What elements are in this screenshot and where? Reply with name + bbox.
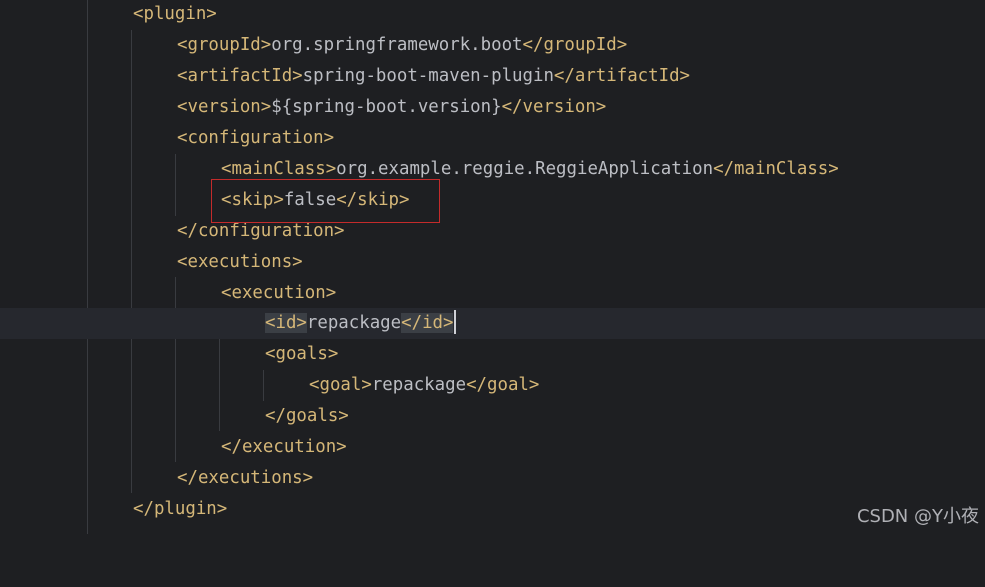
xml-tag-close: </artifactId> — [553, 66, 691, 86]
xml-tag-open: <groupId> — [177, 35, 272, 55]
code-line[interactable]: <artifactId>spring-boot-maven-plugin</ar… — [0, 61, 985, 92]
xml-tag-close-matched: </id> — [401, 313, 454, 333]
code-line[interactable]: <goal>repackage</goal> — [0, 370, 985, 401]
xml-value: org.springframework.boot — [271, 35, 523, 55]
watermark: CSDN @Y小夜 — [856, 506, 979, 527]
xml-tag-close: </groupId> — [522, 35, 628, 55]
code-line[interactable]: <version>${spring-boot.version}</version… — [0, 92, 985, 123]
code-line[interactable]: </goals> — [0, 401, 985, 432]
xml-tag-open: </execution> — [221, 437, 347, 457]
code-line[interactable]: </executions> — [0, 463, 985, 494]
xml-tag-open: <execution> — [221, 283, 337, 303]
text-caret — [454, 310, 457, 334]
xml-tag-close: </goal> — [466, 375, 540, 395]
xml-tag-open: <mainClass> — [221, 159, 337, 179]
xml-tag-open: <plugin> — [133, 4, 217, 24]
xml-tag-open: <version> — [177, 97, 272, 117]
annotation-highlight-box — [211, 179, 440, 223]
code-line[interactable]: <plugin> — [0, 0, 985, 30]
xml-tag-open: <configuration> — [177, 128, 335, 148]
xml-value: ${spring-boot.version} — [271, 97, 502, 117]
xml-tag-open: </plugin> — [133, 499, 228, 519]
xml-tag-open-matched: <id> — [265, 313, 307, 333]
xml-tag-open: </configuration> — [177, 221, 345, 241]
code-line[interactable]: </plugin> — [0, 494, 985, 525]
code-line[interactable]: </configuration> — [0, 216, 985, 247]
code-editor[interactable]: <plugin> <groupId>org.springframework.bo… — [0, 0, 985, 534]
code-line-current[interactable]: <id>repackage</id> — [0, 308, 985, 339]
code-line[interactable]: <mainClass>org.example.reggie.ReggieAppl… — [0, 154, 985, 185]
xml-tag-open: <goal> — [309, 375, 372, 395]
code-line[interactable]: </execution> — [0, 432, 985, 463]
xml-value: org.example.reggie.ReggieApplication — [336, 159, 714, 179]
code-line[interactable]: <executions> — [0, 247, 985, 278]
xml-tag-close: </mainClass> — [713, 159, 839, 179]
xml-tag-open: <artifactId> — [177, 66, 303, 86]
xml-value: repackage — [371, 375, 467, 395]
code-line[interactable]: <execution> — [0, 278, 985, 309]
xml-value: repackage — [306, 313, 402, 333]
xml-tag-close: </version> — [501, 97, 607, 117]
xml-tag-open: </executions> — [177, 468, 314, 488]
code-line[interactable]: <configuration> — [0, 123, 985, 154]
code-line[interactable]: <groupId>org.springframework.boot</group… — [0, 30, 985, 61]
xml-tag-open: <executions> — [177, 252, 303, 272]
code-line[interactable]: <skip>false</skip> — [0, 185, 985, 216]
code-line[interactable]: <goals> — [0, 339, 985, 370]
xml-tag-open: </goals> — [265, 406, 349, 426]
xml-tag-open: <goals> — [265, 344, 339, 364]
xml-value: spring-boot-maven-plugin — [302, 66, 554, 86]
